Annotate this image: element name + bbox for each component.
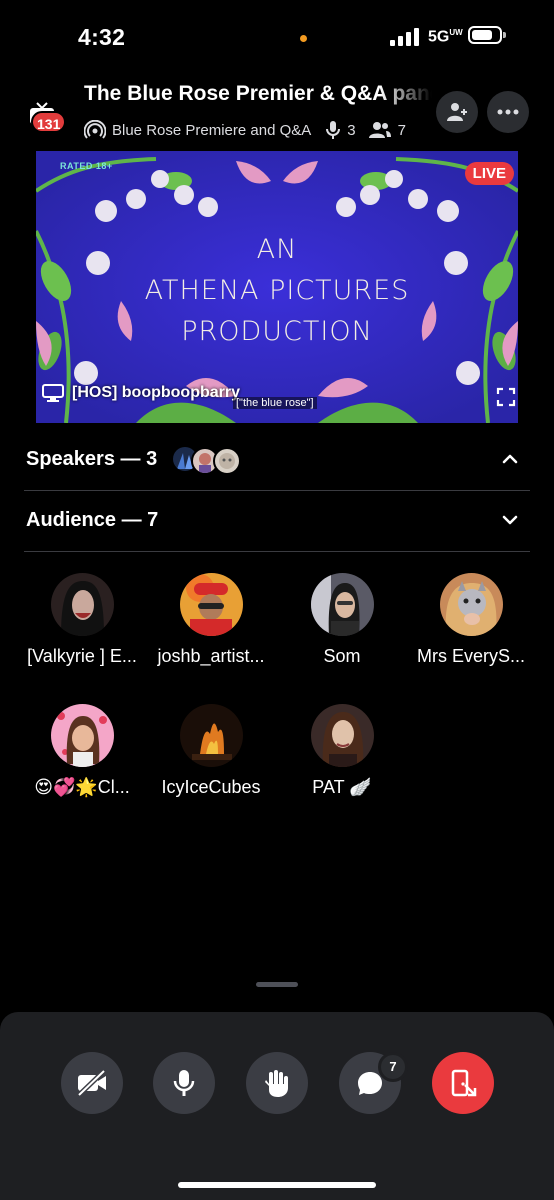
leave-stage-button[interactable] xyxy=(432,1052,494,1114)
avatar xyxy=(179,573,243,636)
avatar xyxy=(179,704,243,767)
streamer-label: [HOS] boopboopbarry xyxy=(42,384,240,402)
more-options-button[interactable] xyxy=(487,91,529,133)
status-bar: 4:32 5GUW xyxy=(0,0,554,76)
stream-caption: ["the blue rose"] xyxy=(233,397,317,409)
audience-member[interactable]: Som xyxy=(276,573,408,667)
speakers-count: 3 xyxy=(347,121,356,139)
rating-label: RATED 18+ xyxy=(60,161,113,171)
battery-icon xyxy=(468,26,506,44)
fullscreen-icon[interactable] xyxy=(496,387,516,407)
video-off-icon xyxy=(77,1069,106,1097)
divider xyxy=(24,551,530,552)
production-line-2: ATHENA PICTURES xyxy=(144,275,410,306)
stream-preview[interactable]: RATED 18+ AN ATHENA PICTURES PRODUCTION … xyxy=(36,151,518,423)
audience-member[interactable]: PAT 🪽 xyxy=(276,704,408,798)
leave-icon xyxy=(451,1069,477,1097)
production-line-1: AN xyxy=(256,234,298,265)
notification-badge: 131 xyxy=(31,111,67,133)
audience-member[interactable]: 😍💞🌟Cl... xyxy=(16,704,148,798)
member-name: IcyIceCubes xyxy=(161,777,261,797)
avatar xyxy=(50,573,114,636)
avatar xyxy=(310,704,374,767)
member-name: PAT 🪽 xyxy=(312,777,372,797)
mic-button[interactable] xyxy=(153,1052,215,1114)
production-title: AN ATHENA PICTURES PRODUCTION xyxy=(36,229,518,352)
more-icon xyxy=(497,109,519,115)
network-label: 5GUW xyxy=(428,28,463,46)
listeners-count: 7 xyxy=(397,121,406,139)
mic-icon xyxy=(326,121,341,139)
drawer-handle[interactable] xyxy=(256,982,298,987)
member-name: 😍💞🌟Cl... xyxy=(34,777,130,797)
raise-hand-button[interactable] xyxy=(246,1052,308,1114)
stage-info: Blue Rose Premiere and Q&A 3 7 xyxy=(84,120,406,140)
invite-button[interactable] xyxy=(436,91,478,133)
audience-member[interactable]: Mrs EveryS... xyxy=(405,573,537,667)
privacy-indicator xyxy=(300,35,307,42)
chevron-up-icon[interactable] xyxy=(502,451,518,467)
speakers-label: Speakers — 3 xyxy=(26,447,158,470)
status-time: 4:32 xyxy=(78,24,126,50)
monitor-icon xyxy=(42,384,64,402)
avatar xyxy=(50,704,114,767)
member-name: Mrs EveryS... xyxy=(416,646,525,666)
invite-icon xyxy=(447,103,467,121)
mic-icon xyxy=(173,1070,195,1096)
audience-member[interactable]: joshb_artist... xyxy=(145,573,277,667)
streamer-name: [HOS] boopboopbarry xyxy=(72,384,240,401)
chevron-down-icon[interactable] xyxy=(502,512,518,528)
member-name: joshb_artist... xyxy=(157,646,265,666)
audience-member[interactable]: IcyIceCubes xyxy=(145,704,277,798)
production-line-3: PRODUCTION xyxy=(181,316,373,347)
stage-icon xyxy=(84,120,106,139)
member-name: [Valkyrie ] E... xyxy=(27,646,137,666)
home-indicator[interactable] xyxy=(178,1182,376,1188)
speakers-section-header[interactable]: Speakers — 3 xyxy=(26,429,530,489)
speaker-avatar xyxy=(213,447,242,475)
audience-label: Audience — 7 xyxy=(26,508,159,531)
signal-icon xyxy=(390,28,419,46)
audience-member[interactable]: [Valkyrie ] E... xyxy=(16,573,148,667)
page-title: The Blue Rose Premier & Q&A panel xyxy=(84,82,432,105)
stage-name: Blue Rose Premiere and Q&A xyxy=(112,121,312,139)
video-toggle-button[interactable] xyxy=(61,1052,123,1114)
avatar xyxy=(439,573,503,636)
live-badge: LIVE xyxy=(464,162,514,185)
member-name: Som xyxy=(323,646,361,666)
chat-count-badge: 7 xyxy=(378,1052,408,1082)
raise-hand-icon xyxy=(265,1070,288,1097)
people-icon xyxy=(368,122,391,138)
audience-section-header[interactable]: Audience — 7 xyxy=(26,490,530,550)
avatar xyxy=(310,573,374,636)
speaker-avatars xyxy=(173,445,253,475)
